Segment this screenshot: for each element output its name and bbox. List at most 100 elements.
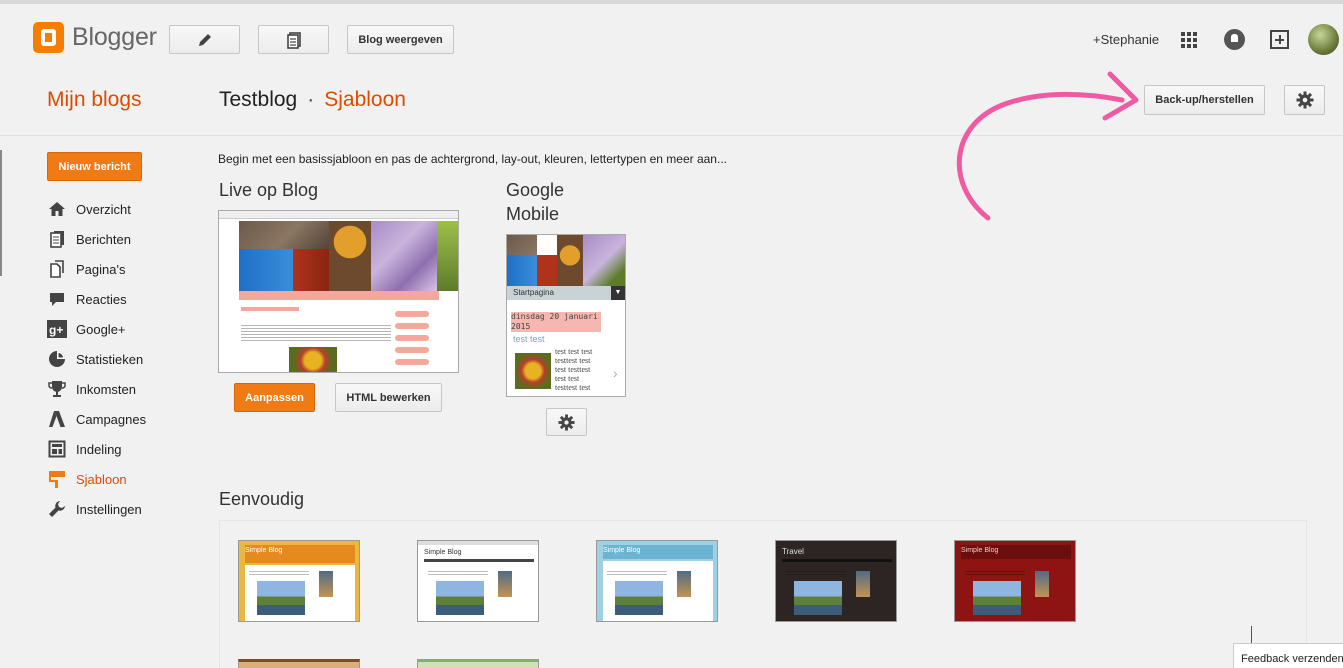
edit-html-button[interactable]: HTML bewerken [335,383,442,412]
google-plus-icon: g+ [47,319,67,339]
gear-icon [1296,91,1313,109]
mobile-text-line: testtest test [555,383,591,392]
mobile-post-title: test test [513,334,545,344]
sidebar-item-earnings[interactable]: Inkomsten [47,374,146,404]
view-blog-button[interactable]: Blog weergeven [347,25,454,54]
mobile-title-line2: Mobile [506,204,560,224]
notifications-icon[interactable] [1224,29,1245,50]
mobile-photo-soup [557,235,583,286]
template-icon [47,469,67,489]
mobile-template-preview[interactable]: Startpagina ▼ dinsdag 20 januari 2015 te… [506,234,626,397]
home-icon [47,199,67,219]
top-bar: Blogger Blog weergeven +Stephanie [0,0,1343,68]
tpl-lines [428,569,488,577]
sidebar-item-google-plus[interactable]: g+ Google+ [47,314,146,344]
customize-button[interactable]: Aanpassen [234,383,315,412]
mobile-settings-button[interactable] [546,408,587,436]
sidebar-item-comments[interactable]: Reacties [47,284,146,314]
tpl-title: Simple Blog [245,547,283,554]
blogger-logo-icon [33,22,64,53]
settings-gear-button[interactable] [1284,85,1325,115]
breadcrumb-separator: · [307,88,315,111]
sidebar-item-label: Campagnes [76,411,147,427]
mobile-photo-chocolate [507,255,557,286]
chevron-right-icon: › [613,365,618,381]
breadcrumb-blog-name[interactable]: Testblog [219,88,297,111]
posts-list-button[interactable] [258,25,329,54]
sub-header [0,68,1343,136]
sidebar-item-campaigns[interactable]: Campagnes [47,404,146,434]
new-post-button[interactable]: Nieuw bericht [47,152,142,181]
backup-restore-button[interactable]: Back-up/herstellen [1144,85,1265,115]
preview-side-button [395,359,429,365]
avatar[interactable] [1308,24,1339,55]
live-template-preview[interactable] [218,210,459,373]
preview-text-lines [241,323,391,343]
tpl-lines [786,569,846,577]
preview-side-button [395,335,429,341]
new-post-pencil-button[interactable] [169,25,240,54]
preview-side-button [395,347,429,353]
mobile-text-line: test test [555,374,580,383]
preview-menu-bar [239,291,439,300]
mobile-section-title: Google Mobile [506,178,564,226]
window-edge [0,150,2,276]
tpl-side [856,571,870,597]
tpl-title: Simple Blog [424,549,462,556]
tpl-navbar [418,541,538,545]
tpl-photo [436,581,484,615]
my-blogs-link[interactable]: Mijn blogs [47,88,142,112]
mobile-nav-bar: Startpagina ▼ [507,286,625,300]
mobile-post-date: dinsdag 20 januari 2015 [511,312,601,332]
tpl-side [319,571,333,597]
user-profile-link[interactable]: +Stephanie [1093,32,1159,47]
sidebar-item-pages[interactable]: Pagina's [47,254,146,284]
sidebar-item-stats[interactable]: Statistieken [47,344,146,374]
sidebar-item-label: Google+ [76,321,126,337]
simple-section-title: Eenvoudig [219,489,305,509]
sidebar-item-label: Pagina's [76,261,126,277]
template-travel-dark[interactable]: Travel [775,540,897,622]
wrench-icon [47,499,67,519]
mobile-post-text: test test test testtest test test testte… [555,347,592,392]
tpl-photo [794,581,842,615]
template-simple-blue[interactable]: Simple Blog [596,540,718,622]
mobile-text-line: testtest test [555,356,591,365]
template-row2-a[interactable] [238,659,360,668]
tpl-side [1035,571,1049,597]
pencil-icon [198,33,211,46]
tpl-side [498,571,512,597]
earnings-icon [47,379,67,399]
preview-photo-purple [371,221,437,291]
share-plus-icon[interactable] [1270,30,1289,49]
preview-side-button [395,323,429,329]
sidebar-item-template[interactable]: Sjabloon [47,464,146,494]
apps-grid-icon[interactable] [1181,32,1197,48]
template-row2-b[interactable] [417,659,539,668]
sidebar-item-label: Indeling [76,441,122,457]
sidebar-item-posts[interactable]: Berichten [47,224,146,254]
campaigns-icon [47,409,67,429]
preview-photo-food [289,347,337,372]
mobile-text-line: test test test [555,347,593,356]
tpl-photo [615,581,663,615]
breadcrumb: Testblog · Sjabloon [219,88,406,112]
template-simple-red[interactable]: Simple Blog [954,540,1076,622]
sidebar-item-layout[interactable]: Indeling [47,434,146,464]
sidebar-item-label: Instellingen [76,501,142,517]
sidebar-item-label: Inkomsten [76,381,136,397]
tpl-tabs [424,559,534,562]
template-simple-orange[interactable]: Simple Blog [238,540,360,622]
posts-list-icon [286,31,301,49]
stats-icon [47,349,67,369]
sidebar-item-settings[interactable]: Instellingen [47,494,146,524]
blogger-logo[interactable]: Blogger [33,22,157,53]
posts-icon [47,229,67,249]
tpl-lines [607,569,667,577]
sidebar-item-overview[interactable]: Overzicht [47,194,146,224]
logo-text: Blogger [72,23,157,51]
mobile-nav-dropdown-icon: ▼ [611,286,625,300]
simple-templates-panel [219,520,1307,668]
feedback-button[interactable]: Feedback verzenden [1233,643,1343,668]
template-simple-white[interactable]: Simple Blog [417,540,539,622]
